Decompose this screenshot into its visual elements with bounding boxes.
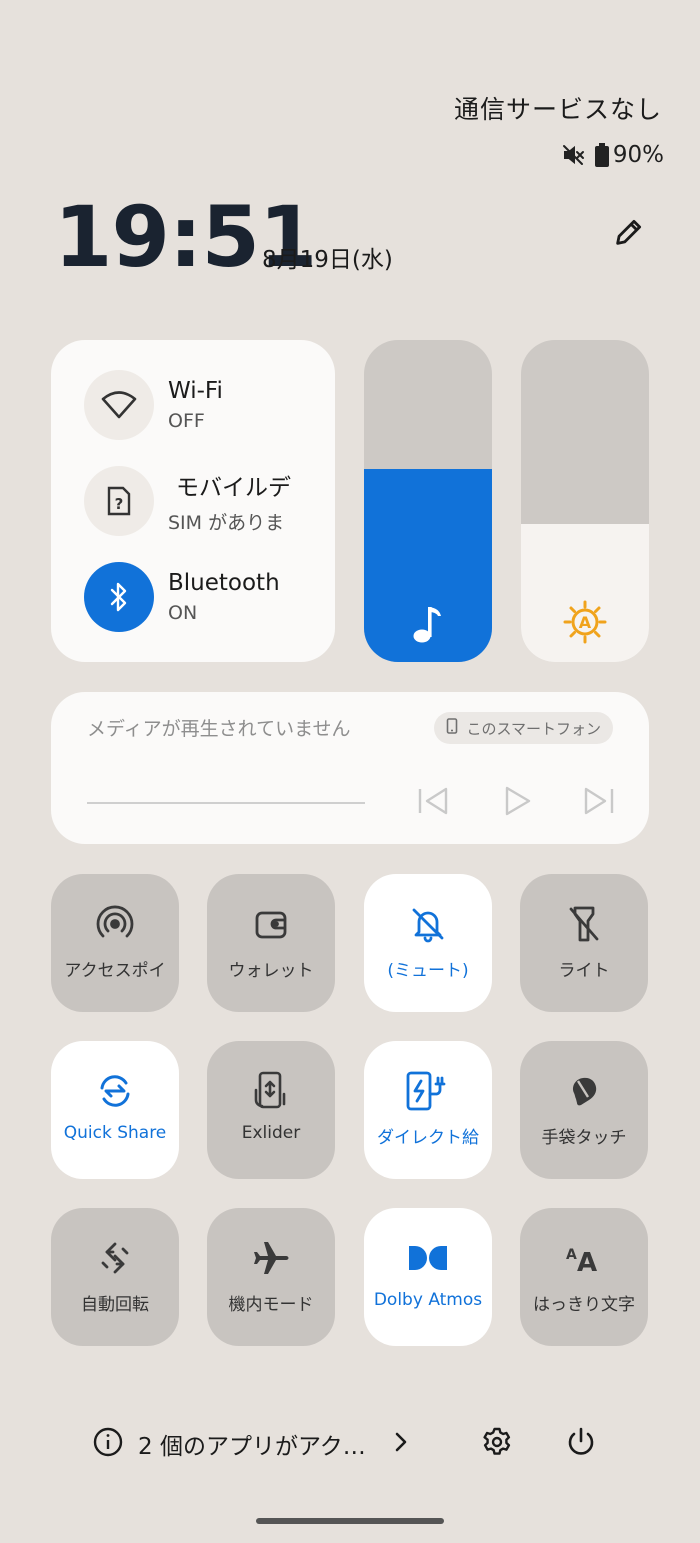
navigation-handle[interactable] <box>256 1518 444 1524</box>
media-status: メディアが再生されていません <box>87 718 351 740</box>
exlider-icon <box>251 1071 291 1111</box>
mobile-data-toggle[interactable]: ? モバイルデ SIM がありま <box>84 466 308 536</box>
airplane-icon <box>252 1238 290 1278</box>
media-output-chip[interactable]: このスマートフォン <box>434 712 613 744</box>
tile-quick-share[interactable]: Quick Share <box>51 1041 179 1179</box>
hotspot-icon <box>96 904 134 944</box>
next-button[interactable] <box>579 787 619 819</box>
media-progress-bar[interactable] <box>87 802 365 804</box>
date[interactable]: 8月19日(水) <box>262 240 393 274</box>
status-icons: 90% <box>561 142 664 168</box>
bluetooth-label: Bluetooth <box>168 570 280 596</box>
svg-text:?: ? <box>115 495 124 513</box>
tile-label: 手袋タッチ <box>541 1128 627 1148</box>
battery-level: 90% <box>612 142 664 168</box>
play-icon <box>502 786 532 820</box>
pencil-icon <box>612 215 646 253</box>
power-icon <box>568 1427 594 1455</box>
volume-slider[interactable] <box>364 340 492 662</box>
bluetooth-toggle[interactable]: Bluetooth ON <box>84 562 308 632</box>
power-button[interactable] <box>565 1426 597 1462</box>
tile-label: 機内モード <box>228 1295 314 1315</box>
carrier-status: 通信サービスなし <box>453 95 662 124</box>
media-output-label: このスマートフォン <box>466 719 601 738</box>
battery-icon <box>594 143 609 167</box>
svg-text:A: A <box>577 1248 597 1275</box>
tile-clear-text[interactable]: AA はっきり文字 <box>520 1208 648 1346</box>
flashlight-off-icon <box>567 904 601 944</box>
chevron-right-icon[interactable] <box>391 1430 411 1458</box>
tile-label: Exlider <box>241 1123 301 1143</box>
phone-icon <box>446 718 458 738</box>
music-note-icon <box>364 604 492 644</box>
bell-off-icon <box>409 904 447 944</box>
svg-text:A: A <box>579 613 592 632</box>
auto-brightness-icon: A <box>521 600 649 644</box>
tile-mute[interactable]: (ミュート) <box>364 874 492 1012</box>
footer-bar: 2 個のアプリがアク… <box>92 1420 632 1468</box>
tile-label: はっきり文字 <box>533 1295 635 1315</box>
tile-wallet[interactable]: ウォレット <box>207 874 335 1012</box>
dolby-icon <box>407 1238 449 1278</box>
svg-text:A: A <box>566 1247 577 1263</box>
tile-label: ダイレクト給 <box>377 1128 479 1148</box>
bluetooth-icon <box>84 562 154 632</box>
settings-button[interactable] <box>481 1426 513 1462</box>
tile-dolby-atmos[interactable]: Dolby Atmos <box>364 1208 492 1346</box>
wifi-status: OFF <box>168 410 205 432</box>
auto-rotate-icon <box>96 1238 134 1278</box>
skip-previous-icon <box>416 787 450 819</box>
gear-icon <box>483 1427 511 1455</box>
previous-button[interactable] <box>413 787 453 819</box>
tile-hotspot[interactable]: アクセスポイ <box>51 874 179 1012</box>
skip-next-icon <box>582 787 616 819</box>
tile-auto-rotate[interactable]: 自動回転 <box>51 1208 179 1346</box>
direct-charge-icon <box>405 1071 451 1111</box>
tile-direct-charge[interactable]: ダイレクト給 <box>364 1041 492 1179</box>
edit-button[interactable] <box>607 212 651 256</box>
active-apps-text[interactable]: 2 個のアプリがアク… <box>138 1427 383 1461</box>
tile-label: Quick Share <box>63 1123 167 1143</box>
play-button[interactable] <box>497 786 537 820</box>
connectivity-panel: Wi-Fi OFF ? モバイルデ SIM がありま Bluetooth ON <box>51 340 335 662</box>
tile-label: Dolby Atmos <box>373 1290 483 1310</box>
glove-touch-icon <box>566 1071 602 1111</box>
wifi-icon <box>84 370 154 440</box>
tile-label: ウォレット <box>228 961 314 981</box>
tile-flashlight[interactable]: ライト <box>520 874 648 1012</box>
wifi-toggle[interactable]: Wi-Fi OFF <box>84 370 308 440</box>
media-player: メディアが再生されていません このスマートフォン <box>51 692 649 844</box>
wallet-icon <box>254 904 288 944</box>
mute-icon <box>561 143 585 167</box>
sim-icon: ? <box>84 466 154 536</box>
quick-share-icon <box>96 1071 134 1111</box>
tile-glove-touch[interactable]: 手袋タッチ <box>520 1041 648 1179</box>
brightness-slider[interactable]: A <box>521 340 649 662</box>
text-contrast-icon: AA <box>564 1238 604 1278</box>
tile-label: 自動回転 <box>81 1295 149 1315</box>
info-icon[interactable] <box>92 1426 124 1462</box>
mobile-data-status: SIM がありま <box>168 511 285 534</box>
tile-label: ライト <box>558 961 610 981</box>
bluetooth-status: ON <box>168 602 198 624</box>
tile-label: (ミュート) <box>387 961 469 981</box>
tile-exlider[interactable]: Exlider <box>207 1041 335 1179</box>
tile-airplane[interactable]: 機内モード <box>207 1208 335 1346</box>
tile-label: アクセスポイ <box>64 961 166 981</box>
wifi-label: Wi-Fi <box>168 378 223 404</box>
mobile-data-label: モバイルデ <box>176 474 291 501</box>
